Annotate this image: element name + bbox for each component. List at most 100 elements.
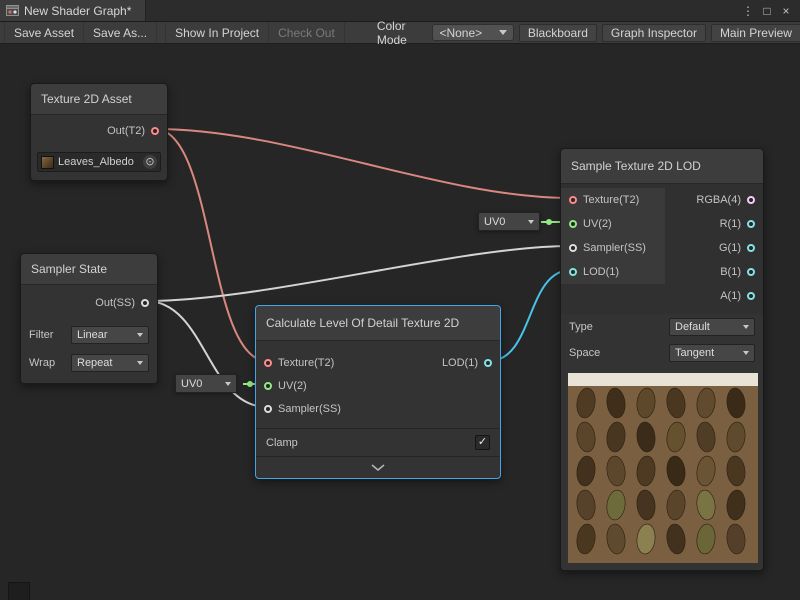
graph-inspector-toggle[interactable]: Graph Inspector	[602, 24, 706, 42]
node-title[interactable]: Texture 2D Asset	[31, 84, 167, 115]
clamp-checkbox[interactable]: ✓	[475, 435, 490, 450]
node-preview	[561, 366, 763, 570]
type-label: Type	[569, 321, 593, 333]
input-ports: Texture(T2) UV(2) Sampler(SS) LOD(1)	[561, 188, 665, 284]
preview-collapse-button[interactable]	[256, 456, 500, 478]
chevron-down-icon	[371, 464, 385, 471]
menu-kebab-icon[interactable]: ⋮	[740, 4, 756, 18]
object-field-row: Leaves_Albedo ⊙	[31, 147, 167, 180]
window-controls: ⋮ □ ×	[740, 0, 800, 21]
port-out-rgba[interactable]	[747, 196, 755, 204]
port-row: R(1)	[665, 212, 763, 236]
node-calculate-lod-texture-2d[interactable]: Calculate Level Of Detail Texture 2D Tex…	[255, 305, 501, 479]
check-out-button[interactable]: Check Out	[269, 22, 345, 43]
edge-texture2d-to-calculate[interactable]	[155, 129, 267, 361]
node-texture-2d-asset[interactable]: Texture 2D Asset Out(T2) Leaves_Albedo ⊙	[30, 83, 168, 181]
port-out-lod[interactable]	[484, 359, 492, 367]
port-row: Out(SS)	[21, 285, 157, 321]
port-in-uv[interactable]	[569, 220, 577, 228]
port-label: Out(SS)	[95, 297, 135, 309]
uv-channel-value: UV0	[484, 216, 505, 228]
port-in-sampler[interactable]	[264, 405, 272, 413]
port-label: Sampler(SS)	[278, 403, 341, 415]
port-out-a[interactable]	[747, 292, 755, 300]
port-out-texture2d[interactable]	[151, 127, 159, 135]
port-row: Texture(T2)	[561, 188, 665, 212]
output-ports: RGBA(4) R(1) G(1) B(1)	[665, 188, 763, 308]
port-row: B(1)	[665, 260, 763, 284]
wrap-dropdown[interactable]: Repeat	[71, 354, 149, 372]
color-mode-dropdown[interactable]: <None>	[432, 24, 513, 41]
unity-shader-graph-window: New Shader Graph* ⋮ □ × Save Asset Save …	[0, 0, 800, 600]
texture-object-field[interactable]: Leaves_Albedo ⊙	[37, 152, 161, 172]
port-in-sampler[interactable]	[569, 244, 577, 252]
port-body: Texture(T2) UV(2) Sampler(SS) LOD(1)	[561, 184, 763, 314]
object-name: Leaves_Albedo	[58, 156, 139, 168]
port-in-texture2d[interactable]	[569, 196, 577, 204]
leaves-texture-preview	[568, 373, 758, 563]
edge-lod-to-sample[interactable]	[489, 270, 571, 361]
edge-sampler-to-sample[interactable]	[146, 246, 571, 301]
input-ports: Texture(T2) UV(2) Sampler(SS)	[256, 351, 349, 420]
port-row: Texture(T2)	[256, 351, 349, 374]
uv-channel-value: UV0	[181, 378, 202, 390]
chevron-down-icon	[137, 361, 143, 365]
port-out-g[interactable]	[747, 244, 755, 252]
maximize-icon[interactable]: □	[759, 4, 775, 18]
port-row: RGBA(4)	[665, 188, 763, 212]
port-label: UV(2)	[278, 380, 307, 392]
port-in-uv[interactable]	[264, 382, 272, 390]
port-body: Texture(T2) UV(2) Sampler(SS) LOD(1)	[256, 341, 500, 428]
close-icon[interactable]: ×	[778, 4, 794, 18]
filter-label: Filter	[29, 329, 53, 341]
port-in-lod[interactable]	[569, 268, 577, 276]
port-row: LOD(1)	[434, 351, 500, 374]
wrap-label: Wrap	[29, 357, 55, 369]
save-as-button[interactable]: Save As...	[84, 22, 157, 43]
space-dropdown[interactable]: Tangent	[669, 344, 755, 362]
output-ports: LOD(1)	[434, 351, 500, 420]
window-tab[interactable]: New Shader Graph*	[0, 0, 146, 21]
bottom-left-panel-tab[interactable]	[8, 582, 30, 600]
port-out-samplerstate[interactable]	[141, 299, 149, 307]
object-picker-icon[interactable]: ⊙	[143, 155, 157, 169]
chevron-down-icon	[499, 30, 507, 35]
show-in-project-button[interactable]: Show In Project	[165, 22, 269, 43]
port-row: G(1)	[665, 236, 763, 260]
wrap-value: Repeat	[77, 357, 112, 369]
node-title[interactable]: Calculate Level Of Detail Texture 2D	[256, 306, 500, 341]
chevron-down-icon	[137, 333, 143, 337]
port-row: Sampler(SS)	[561, 236, 665, 260]
clamp-row: Clamp ✓	[256, 428, 500, 456]
chevron-down-icon	[743, 325, 749, 329]
chevron-down-icon	[528, 220, 534, 224]
port-label: Texture(T2)	[583, 194, 639, 206]
node-sampler-state[interactable]: Sampler State Out(SS) Filter Linear Wrap…	[20, 253, 158, 384]
port-row: UV(2)	[256, 374, 349, 397]
node-sample-texture-2d-lod[interactable]: Sample Texture 2D LOD Texture(T2) UV(2) …	[560, 148, 764, 571]
edge-texture2d-to-sample[interactable]	[155, 129, 571, 198]
node-title[interactable]: Sample Texture 2D LOD	[561, 149, 763, 184]
uv-channel-dropdown-calculate[interactable]: UV0	[175, 374, 237, 393]
filter-dropdown[interactable]: Linear	[71, 326, 149, 344]
main-preview-toggle[interactable]: Main Preview	[711, 24, 800, 42]
chevron-down-icon	[225, 382, 231, 386]
port-out-r[interactable]	[747, 220, 755, 228]
texture-thumbnail	[41, 156, 54, 169]
filter-value: Linear	[77, 329, 108, 341]
uv-channel-dropdown-sample[interactable]: UV0	[478, 212, 540, 231]
graph-toolbar: Save Asset Save As... Show In Project Ch…	[0, 22, 800, 44]
graph-canvas[interactable]: Texture 2D Asset Out(T2) Leaves_Albedo ⊙…	[0, 44, 800, 600]
space-row: Space Tangent	[561, 340, 763, 366]
port-label: G(1)	[719, 242, 741, 254]
port-row: Out(T2)	[31, 115, 167, 147]
color-mode-group: Color Mode <None>	[377, 19, 514, 47]
node-title[interactable]: Sampler State	[21, 254, 157, 285]
blackboard-toggle[interactable]: Blackboard	[519, 24, 597, 42]
chevron-down-icon	[743, 351, 749, 355]
save-asset-button[interactable]: Save Asset	[4, 22, 84, 43]
port-label: A(1)	[720, 290, 741, 302]
port-out-b[interactable]	[747, 268, 755, 276]
type-dropdown[interactable]: Default	[669, 318, 755, 336]
port-in-texture2d[interactable]	[264, 359, 272, 367]
